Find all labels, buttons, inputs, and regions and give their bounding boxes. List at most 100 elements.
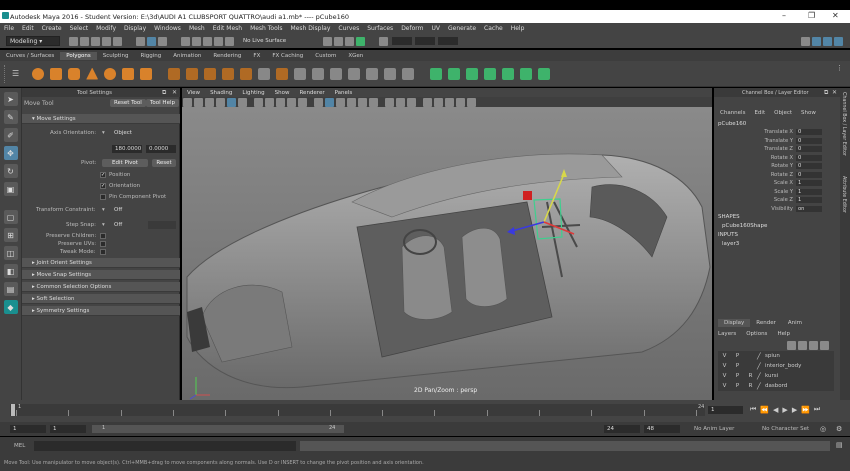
layer-menu-help[interactable]: Help (777, 331, 790, 337)
live-surface-field[interactable]: No Live Surface (243, 38, 286, 44)
insert-edge-loop-icon[interactable] (384, 67, 397, 80)
layer-color-icon[interactable]: ╱ (757, 353, 765, 360)
motion-blur-icon[interactable] (434, 97, 443, 107)
extract-icon[interactable] (258, 67, 271, 80)
smooth-shade-icon[interactable] (325, 97, 334, 107)
layer-playback-toggle[interactable]: P (731, 363, 744, 369)
menu-mesh-display[interactable]: Mesh Display (291, 25, 331, 32)
film-gate-icon[interactable] (265, 97, 274, 107)
shelf-tab-fx[interactable]: FX (247, 52, 266, 60)
menu-curves[interactable]: Curves (338, 25, 359, 32)
preserve-uvs-checkbox[interactable] (100, 241, 106, 247)
preserve-children-checkbox[interactable] (100, 233, 106, 239)
section-move-snap-settings[interactable]: ▸ Move Snap Settings (22, 270, 180, 280)
poly-disc-icon[interactable] (140, 67, 153, 80)
layer-row[interactable]: V P R ╱ dasbord (718, 381, 834, 391)
shadows-icon[interactable] (369, 97, 378, 107)
select-hierarchy-icon[interactable] (136, 36, 145, 46)
layer-menu-options[interactable]: Options (746, 331, 767, 337)
range-bar[interactable]: 1 24 (92, 425, 344, 433)
toggle-attribute-editor-icon[interactable] (812, 37, 821, 46)
playback-start-field[interactable]: 1 (50, 425, 86, 433)
layer-playback-toggle[interactable]: P (731, 383, 744, 389)
shelf-tab-fx-caching[interactable]: FX Caching (266, 52, 309, 60)
transform-constraint-value[interactable]: Off (114, 207, 122, 213)
shelf-tab-custom[interactable]: Custom (309, 52, 342, 60)
shelf-scroll-icon[interactable]: ⋮ (836, 64, 843, 72)
select-tool-icon[interactable]: ➤ (3, 92, 18, 106)
layer-name[interactable]: spiun (765, 353, 780, 359)
channel-row[interactable]: Translate X0 (714, 128, 840, 137)
input-name[interactable]: layer3 (722, 241, 739, 247)
mirror-icon[interactable] (240, 67, 253, 80)
wireframe-on-shaded-icon[interactable] (336, 97, 345, 107)
chevron-down-icon[interactable]: ▾ (102, 222, 105, 228)
bevel-icon[interactable] (330, 67, 343, 80)
angle-field-1[interactable]: 180.0000 (112, 145, 142, 153)
combine-icon[interactable] (168, 67, 181, 80)
channel-menu-edit[interactable]: Edit (754, 110, 765, 116)
separate-icon[interactable] (186, 67, 199, 80)
save-scene-icon[interactable] (91, 36, 100, 46)
float-panel-icon[interactable]: ⧉ (824, 89, 828, 97)
single-perspective-icon[interactable]: ▢ (3, 210, 18, 224)
reset-pivot-button[interactable]: Reset (152, 159, 176, 167)
anim-layer-dropdown[interactable]: No Anim Layer (694, 426, 734, 432)
channel-row[interactable]: Scale X1 (714, 179, 840, 188)
menu-generate[interactable]: Generate (448, 25, 476, 32)
channel-name[interactable]: Rotate X (714, 155, 796, 161)
step-forward-key-icon[interactable]: ⏩ (801, 406, 810, 414)
current-time-indicator[interactable] (11, 404, 15, 416)
xray-components-icon[interactable] (407, 97, 416, 107)
snap-point-icon[interactable] (203, 36, 212, 46)
toggle-channel-box-icon[interactable] (834, 37, 843, 46)
channel-value[interactable]: 0 (796, 154, 822, 161)
menu-mesh-tools[interactable]: Mesh Tools (250, 25, 282, 32)
tool-help-button[interactable]: Tool Help (146, 99, 179, 107)
move-tool-icon[interactable]: ✥ (3, 146, 18, 160)
transfer-attributes-icon[interactable] (538, 67, 551, 80)
shelf-tab-xgen[interactable]: XGen (342, 52, 369, 60)
menu-surfaces[interactable]: Surfaces (367, 25, 393, 32)
axis-orientation-value[interactable]: Object (114, 130, 132, 136)
new-empty-layer-icon[interactable] (809, 341, 818, 350)
viewport-menu-lighting[interactable]: Lighting (242, 90, 264, 96)
playback-end-field[interactable]: 24 (604, 425, 640, 433)
time-slider[interactable]: 1 24 1 ⏮ ⏪ ◀ ▶ ▶ ⏩ ⏭ (0, 400, 850, 422)
menu-windows[interactable]: Windows (154, 25, 181, 32)
layer-tab-anim[interactable]: Anim (782, 319, 808, 327)
script-editor-icon[interactable]: ▤ (836, 441, 843, 449)
layer-name[interactable]: kursi (765, 373, 778, 379)
channel-value[interactable]: 1 (796, 197, 822, 204)
bridge-icon[interactable] (312, 67, 325, 80)
menu-file[interactable]: File (4, 25, 14, 32)
section-soft-selection[interactable]: ▸ Soft Selection (22, 294, 180, 304)
rotate-tool-icon[interactable]: ↻ (3, 164, 18, 178)
current-frame-field[interactable]: 1 (708, 406, 743, 414)
step-back-key-icon[interactable]: ⏪ (760, 406, 769, 414)
car-interior-model[interactable] (182, 107, 712, 400)
checkbox-checked-icon[interactable]: ✓ (100, 172, 106, 178)
manipulator-handle[interactable] (523, 191, 532, 200)
channel-row[interactable]: Rotate Z0 (714, 171, 840, 180)
float-panel-icon[interactable]: ⧉ (162, 89, 166, 97)
paint-select-icon[interactable]: ✐ (3, 128, 18, 142)
channel-name[interactable]: Visibility (714, 206, 796, 212)
channel-row[interactable]: Scale Y1 (714, 188, 840, 197)
spherical-mapping-icon[interactable] (484, 67, 497, 80)
channel-row[interactable]: Translate Y0 (714, 137, 840, 146)
channel-menu-object[interactable]: Object (774, 110, 792, 116)
menu-cache[interactable]: Cache (484, 25, 503, 32)
render-settings-icon[interactable] (356, 36, 366, 46)
channel-name[interactable]: Rotate Z (714, 172, 796, 178)
channel-row[interactable]: Scale Z1 (714, 196, 840, 205)
depth-of-field-icon[interactable] (456, 97, 465, 107)
start-time-field[interactable]: 1 (10, 425, 46, 433)
layer-row[interactable]: V P ╱ spiun (718, 351, 834, 361)
input-z-field[interactable] (438, 37, 459, 45)
grid-icon[interactable] (254, 97, 263, 107)
viewport-menu-panels[interactable]: Panels (335, 90, 353, 96)
resolution-gate-icon[interactable] (276, 97, 285, 107)
poly-torus-icon[interactable] (104, 67, 117, 80)
input-x-field[interactable] (392, 37, 413, 45)
